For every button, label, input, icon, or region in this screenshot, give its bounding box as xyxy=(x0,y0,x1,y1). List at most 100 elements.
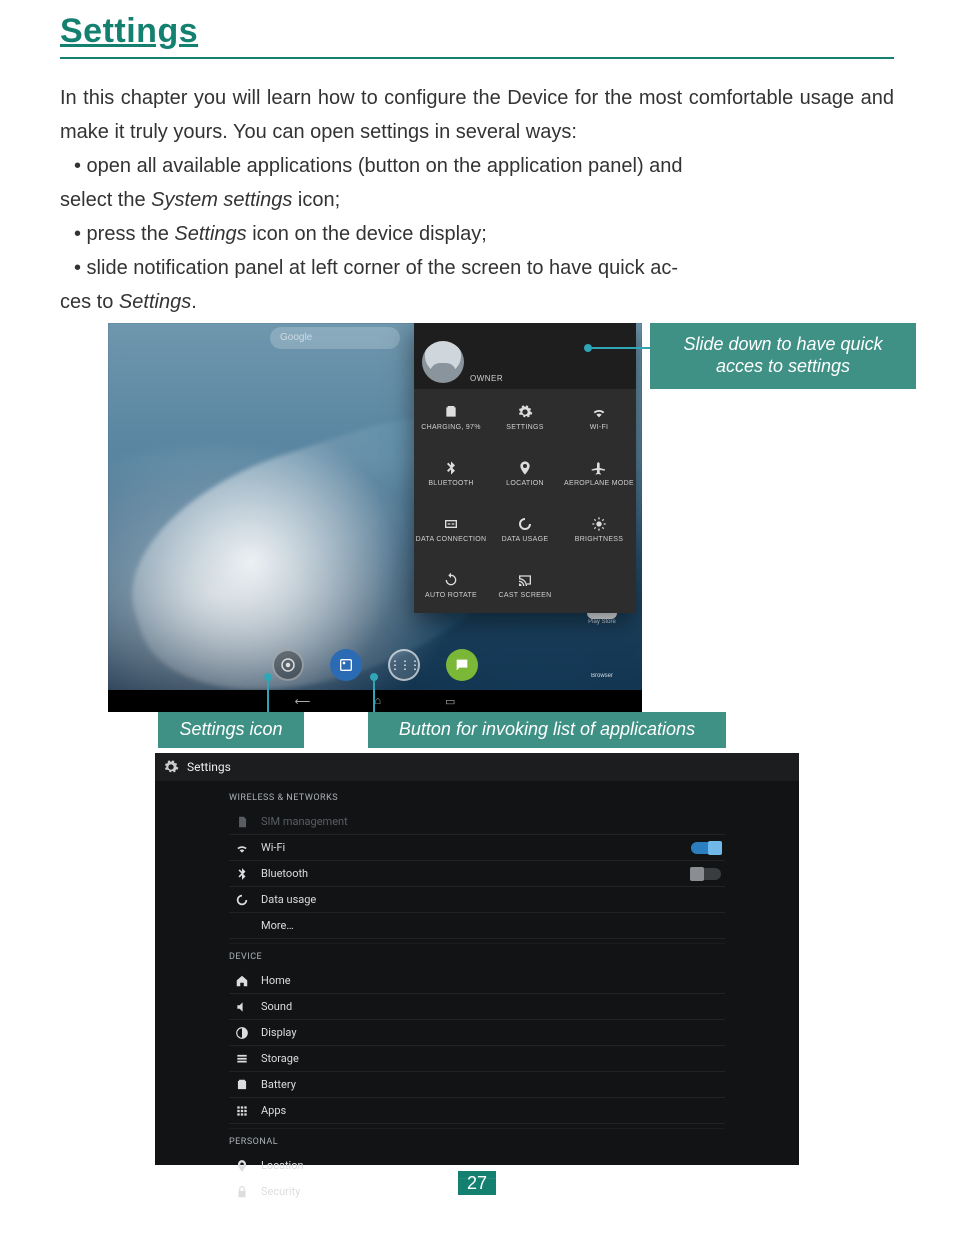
qs-tile-label: SETTINGS xyxy=(506,424,543,431)
callout-slide-down: Slide down to have quick acces to settin… xyxy=(650,323,916,389)
settings-row-apps[interactable]: Apps xyxy=(229,1098,725,1124)
settings-app-titlebar: Settings xyxy=(155,753,799,781)
settings-row-bluetooth[interactable]: Bluetooth xyxy=(229,861,725,887)
recent-icon[interactable]: ▭ xyxy=(445,695,455,708)
qs-battery-icon xyxy=(443,404,459,420)
qs-airplane-icon xyxy=(591,460,607,476)
qs-tile-rotate[interactable]: AUTO ROTATE xyxy=(414,557,488,613)
qs-tile-label: CHARGING, 97% xyxy=(421,424,481,431)
qs-tile-battery[interactable]: CHARGING, 97% xyxy=(414,389,488,445)
qs-cast-icon xyxy=(517,572,533,588)
qs-tile-wifi[interactable]: WI-FI xyxy=(562,389,636,445)
qs-data-icon xyxy=(443,516,459,532)
section-header: PERSONAL xyxy=(229,1128,725,1153)
settings-row-wi-fi[interactable]: Wi-Fi xyxy=(229,835,725,861)
qs-tile-gear[interactable]: SETTINGS xyxy=(488,389,562,445)
section-header: WIRELESS & NETWORKS xyxy=(229,785,725,809)
qs-tile-brightness[interactable]: BRIGHTNESS xyxy=(562,501,636,557)
bullet-1-line1: • open all available applications (butto… xyxy=(60,155,683,177)
settings-row-label: Wi-Fi xyxy=(261,841,679,854)
camera-icon[interactable] xyxy=(272,649,304,681)
bullet-3-line2b: . xyxy=(191,291,197,313)
callout-leader-settings-icon xyxy=(267,679,269,714)
home-icon[interactable]: ⌂ xyxy=(374,695,381,707)
bullet-2b: icon on the device display; xyxy=(247,223,487,245)
settings-row-label: Security xyxy=(261,1185,725,1198)
android-navbar: ⟵ ⌂ ▭ xyxy=(108,690,642,712)
sound-icon xyxy=(235,1000,249,1014)
settings-row-security[interactable]: Security xyxy=(229,1179,725,1205)
wi-fi-toggle[interactable] xyxy=(691,842,721,854)
settings-row-sound[interactable]: Sound xyxy=(229,994,725,1020)
settings-row-label: Location xyxy=(261,1159,725,1172)
battery-icon xyxy=(235,1078,249,1092)
back-icon[interactable]: ⟵ xyxy=(295,695,311,708)
settings-row-label: SIM management xyxy=(261,815,725,828)
settings-row-label: More… xyxy=(261,919,725,932)
sim-icon xyxy=(235,815,249,829)
qs-location-icon xyxy=(517,460,533,476)
qs-tile-airplane[interactable]: AEROPLANE MODE xyxy=(562,445,636,501)
qs-tile-location[interactable]: LOCATION xyxy=(488,445,562,501)
bullet-2a: • press the xyxy=(60,223,174,245)
bullet-1-em: System settings xyxy=(151,189,292,211)
settings-row-label: Home xyxy=(261,974,725,987)
play-store-label: Play Store xyxy=(578,619,626,625)
messages-icon[interactable] xyxy=(446,649,478,681)
qs-tile-label: LOCATION xyxy=(506,480,544,487)
location-icon xyxy=(235,1159,249,1173)
qs-tile-cast[interactable]: CAST SCREEN xyxy=(488,557,562,613)
quick-settings-panel: OWNER CHARGING, 97% SETTINGS WI-FI BLUET… xyxy=(414,323,636,613)
owner-label: OWNER xyxy=(470,374,503,383)
all-apps-icon[interactable]: ⋮⋮⋮ xyxy=(388,649,420,681)
figure-homescreen-quicksettings: Google Play Store Browser Settings ⋮⋮⋮ ⟵… xyxy=(60,323,894,743)
owner-avatar-icon[interactable] xyxy=(422,341,464,383)
bluetooth-icon xyxy=(235,867,249,881)
security-icon xyxy=(235,1185,249,1199)
bluetooth-toggle[interactable] xyxy=(691,868,721,880)
callout-leader-right xyxy=(592,347,656,349)
section-header: DEVICE xyxy=(229,943,725,968)
settings-app-screenshot: Settings WIRELESS & NETWORKS SIM managem… xyxy=(155,753,799,1165)
settings-row-home[interactable]: Home xyxy=(229,968,725,994)
qs-gear-icon xyxy=(517,404,533,420)
settings-row-display[interactable]: Display xyxy=(229,1020,725,1046)
settings-row-label: Display xyxy=(261,1026,725,1039)
blank-icon xyxy=(235,919,249,933)
intro-paragraph: In this chapter you will learn how to co… xyxy=(60,81,894,149)
title-underline xyxy=(60,57,894,59)
qs-tile-label: AEROPLANE MODE xyxy=(564,480,634,487)
qs-bluetooth-icon xyxy=(443,460,459,476)
qs-tile-bluetooth[interactable]: BLUETOOTH xyxy=(414,445,488,501)
apps-icon xyxy=(235,1104,249,1118)
storage-icon xyxy=(235,1052,249,1066)
settings-row-storage[interactable]: Storage xyxy=(229,1046,725,1072)
bullet-3-line1: • slide notification panel at left corne… xyxy=(60,257,678,279)
settings-row-label: Storage xyxy=(261,1052,725,1065)
qs-datausage-icon xyxy=(517,516,533,532)
qs-tile-data[interactable]: DATA CONNECTION xyxy=(414,501,488,557)
qs-tile-label: DATA USAGE xyxy=(502,536,549,543)
settings-row-battery[interactable]: Battery xyxy=(229,1072,725,1098)
settings-row-location[interactable]: Location xyxy=(229,1153,725,1179)
qs-tile-label: WI-FI xyxy=(590,424,609,431)
display-icon xyxy=(235,1026,249,1040)
home-icon xyxy=(235,974,249,988)
settings-row-label: Data usage xyxy=(261,893,725,906)
callout-settings-icon: Settings icon xyxy=(158,712,304,748)
settings-row-data usage[interactable]: Data usage xyxy=(229,887,725,913)
homescreen-screenshot: Google Play Store Browser Settings ⋮⋮⋮ ⟵… xyxy=(108,323,642,712)
qs-tile-datausage[interactable]: DATA USAGE xyxy=(488,501,562,557)
settings-row-sim management[interactable]: SIM management xyxy=(229,809,725,835)
bullet-3-em: Settings xyxy=(119,291,191,313)
wifi-icon xyxy=(235,841,249,855)
gallery-icon[interactable] xyxy=(330,649,362,681)
settings-row-more…[interactable]: More… xyxy=(229,913,725,939)
qs-tile-label: DATA CONNECTION xyxy=(416,536,487,543)
gear-icon xyxy=(163,759,179,775)
settings-row-label: Bluetooth xyxy=(261,867,679,880)
search-pill[interactable]: Google xyxy=(270,327,400,349)
bullet-3-line2a: ces to xyxy=(60,291,119,313)
datausage-icon xyxy=(235,893,249,907)
settings-row-label: Sound xyxy=(261,1000,725,1013)
